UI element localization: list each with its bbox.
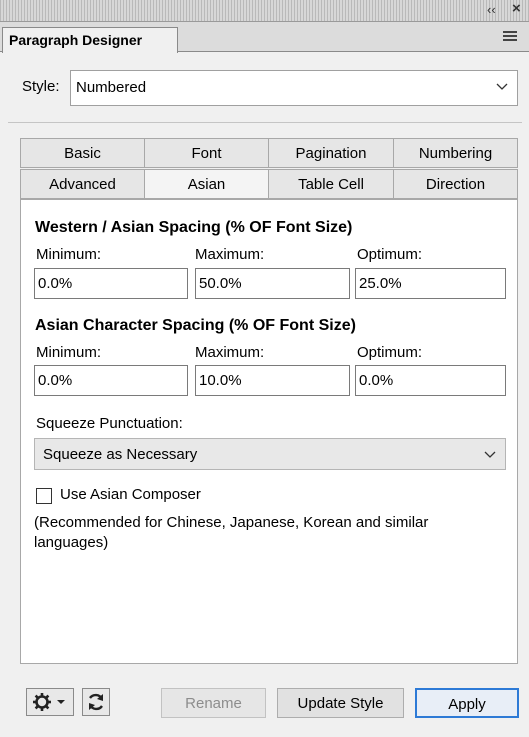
style-select[interactable]: Numbered <box>70 70 518 106</box>
tab-asian[interactable]: Asian <box>144 169 269 199</box>
gear-icon <box>33 693 65 711</box>
asian-opt-input[interactable]: 0.0% <box>355 365 506 396</box>
chevron-down-icon <box>496 83 508 90</box>
close-panel-icon[interactable]: × <box>512 0 521 17</box>
tab-font[interactable]: Font <box>144 138 269 168</box>
squeeze-punctuation-label: Squeeze Punctuation: <box>36 415 183 432</box>
asian-min-input[interactable]: 0.0% <box>34 365 188 396</box>
style-row: Style: Numbered <box>20 70 518 106</box>
squeeze-select-value: Squeeze as Necessary <box>43 446 198 463</box>
tab-pagination[interactable]: Pagination <box>268 138 394 168</box>
use-asian-composer-label[interactable]: Use Asian Composer <box>60 486 201 503</box>
asian-max-label: Maximum: <box>195 344 265 361</box>
tab-advanced[interactable]: Advanced <box>20 169 145 199</box>
asian-min-label: Minimum: <box>36 344 102 361</box>
asian-character-spacing-title: Asian Character Spacing (% OF Font Size) <box>35 317 356 334</box>
chevron-down-icon <box>484 451 496 458</box>
update-style-button[interactable]: Update Style <box>277 688 404 718</box>
tab-direction[interactable]: Direction <box>393 169 518 199</box>
hamburger-menu-icon[interactable] <box>503 31 517 41</box>
asian-tab-content: Western / Asian Spacing (% OF Font Size)… <box>20 199 518 664</box>
style-select-value: Numbered <box>76 79 147 96</box>
panel-title-bar: ‹‹ × <box>0 0 529 22</box>
apply-button[interactable]: Apply <box>415 688 519 718</box>
tab-table-cell[interactable]: Table Cell <box>268 169 394 199</box>
squeeze-punctuation-select[interactable]: Squeeze as Necessary <box>34 438 506 470</box>
western-opt-input[interactable]: 25.0% <box>355 268 506 299</box>
bottom-toolbar: Rename Update Style Apply <box>0 683 529 723</box>
tab-paragraph-designer[interactable]: Paragraph Designer <box>2 27 178 53</box>
refresh-icon <box>88 693 104 711</box>
tab-numbering[interactable]: Numbering <box>393 138 518 168</box>
rename-button[interactable]: Rename <box>161 688 266 718</box>
separator <box>8 122 522 123</box>
asian-max-input[interactable]: 10.0% <box>195 365 350 396</box>
dropdown-arrow-icon <box>57 700 65 704</box>
style-label: Style: <box>22 78 60 95</box>
settings-menu-button[interactable] <box>26 688 74 716</box>
western-min-input[interactable]: 0.0% <box>34 268 188 299</box>
western-min-label: Minimum: <box>36 246 102 263</box>
use-asian-composer-checkbox[interactable] <box>36 488 52 504</box>
composer-note: (Recommended for Chinese, Japanese, Kore… <box>34 514 429 551</box>
refresh-button[interactable] <box>82 688 110 716</box>
western-opt-label: Optimum: <box>357 246 423 263</box>
collapse-panel-icon[interactable]: ‹‹ <box>487 2 496 17</box>
panel-tab-strip: Paragraph Designer <box>0 22 529 53</box>
western-max-input[interactable]: 50.0% <box>195 268 350 299</box>
western-asian-spacing-title: Western / Asian Spacing (% OF Font Size) <box>35 219 353 236</box>
tab-basic[interactable]: Basic <box>20 138 145 168</box>
western-max-label: Maximum: <box>195 246 265 263</box>
asian-opt-label: Optimum: <box>357 344 423 361</box>
